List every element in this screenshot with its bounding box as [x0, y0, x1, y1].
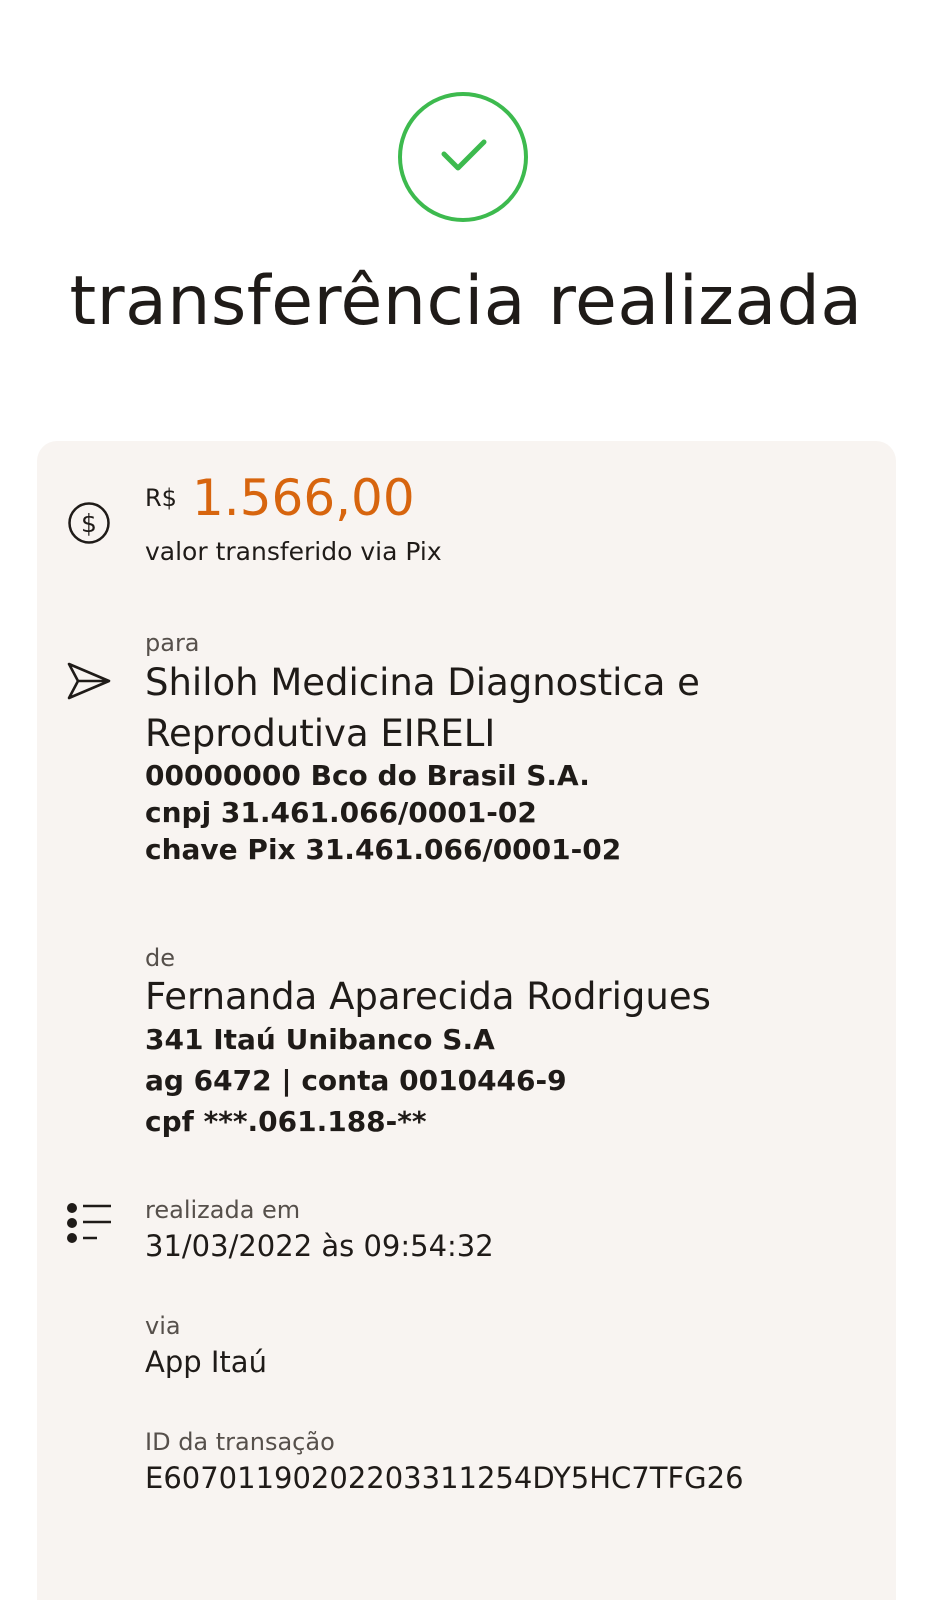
recipient-name-line2: Reprodutiva EIRELI: [145, 712, 496, 755]
recipient-bank: 00000000 Bco do Brasil S.A.: [145, 759, 590, 792]
check-icon: [441, 139, 487, 171]
check-circle-icon: [398, 92, 528, 222]
date-label: realizada em: [145, 1196, 301, 1224]
recipient-cnpj: cnpj 31.461.066/0001-02: [145, 796, 537, 829]
recipient-pix-key: chave Pix 31.461.066/0001-02: [145, 833, 622, 866]
amount-currency: R$: [145, 484, 177, 512]
sender-label: de: [145, 944, 175, 972]
send-icon: [67, 662, 111, 700]
recipient-label: para: [145, 629, 200, 657]
transaction-id-value: E60701190202203311254DY5HC7TFG26: [145, 1461, 744, 1495]
date-value: 31/03/2022 às 09:54:32: [145, 1229, 494, 1263]
amount-caption: valor transferido via Pix: [145, 537, 442, 566]
transaction-id-label: ID da transação: [145, 1428, 335, 1456]
via-value: App Itaú: [145, 1345, 267, 1379]
list-icon: [67, 1203, 111, 1243]
sender-account: ag 6472 | conta 0010446-9: [145, 1064, 567, 1097]
dollar-circle-icon: $: [68, 502, 110, 544]
sender-name: Fernanda Aparecida Rodrigues: [145, 975, 711, 1018]
amount-value: 1.566,00: [192, 469, 415, 527]
recipient-name-line1: Shiloh Medicina Diagnostica e: [145, 661, 700, 704]
sender-bank: 341 Itaú Unibanco S.A: [145, 1023, 495, 1056]
svg-text:$: $: [81, 509, 97, 538]
via-label: via: [145, 1312, 181, 1340]
sender-cpf: cpf ***.061.188-**: [145, 1105, 427, 1138]
page-title: transferência realizada: [69, 262, 863, 341]
